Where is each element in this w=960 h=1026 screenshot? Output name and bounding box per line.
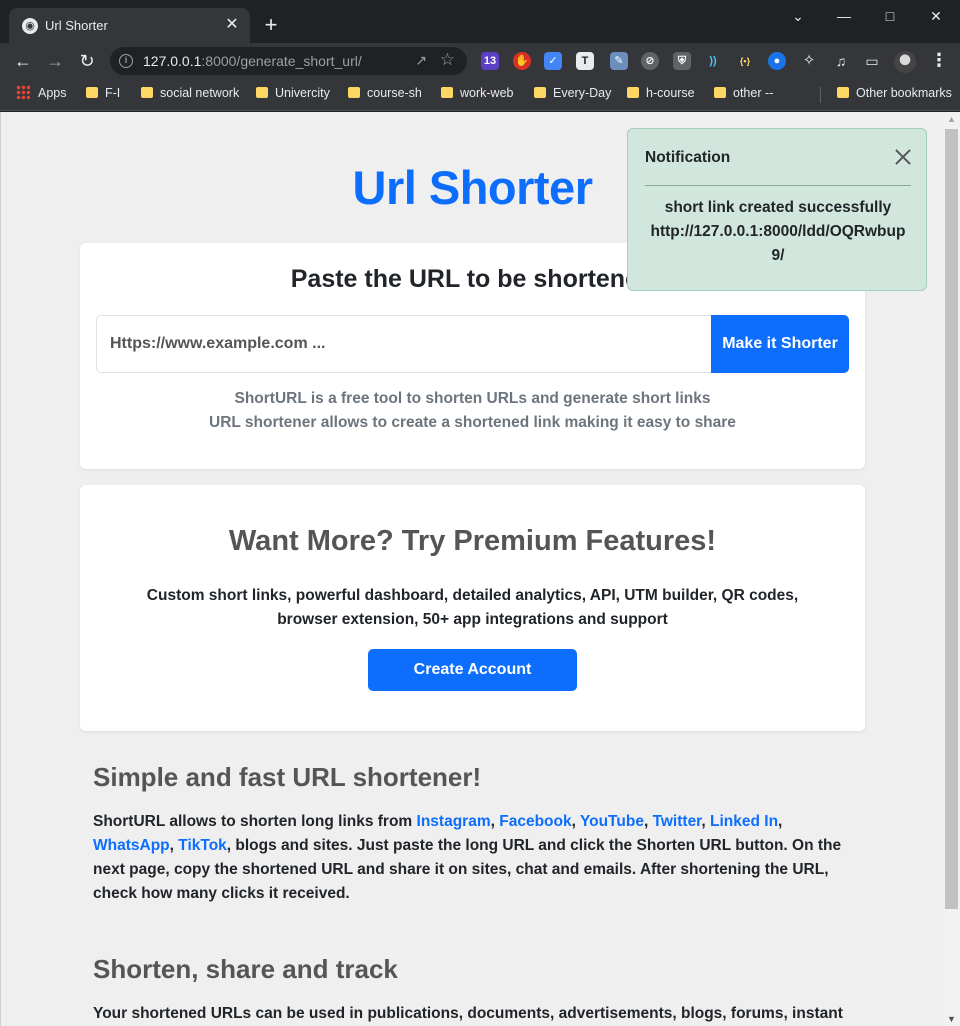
extension-check-icon[interactable]: ✓ bbox=[544, 52, 562, 70]
notification-divider bbox=[645, 185, 911, 186]
minimize-button[interactable]: — bbox=[822, 4, 866, 28]
apps-grid-icon bbox=[16, 85, 30, 99]
bookmark-star-icon[interactable]: ☆ bbox=[440, 50, 455, 70]
premium-heading: Want More? Try Premium Features! bbox=[228, 525, 717, 557]
notification-message: short link created successfully bbox=[664, 199, 892, 216]
browser-tab[interactable]: ◉ Url Shorter ✕ bbox=[9, 8, 250, 43]
url-input[interactable] bbox=[96, 315, 712, 373]
section-heading-track: Shorten, share and track bbox=[93, 954, 398, 984]
link-tiktok[interactable]: TikTok bbox=[178, 837, 227, 854]
make-shorter-button[interactable]: Make it Shorter bbox=[711, 315, 849, 373]
link-youtube[interactable]: YouTube bbox=[580, 813, 644, 830]
reload-icon[interactable]: ↻ bbox=[75, 49, 99, 73]
browser-tab-strip: ◉ Url Shorter ✕ + ⌄ — □ ✕ bbox=[0, 0, 960, 43]
browser-toolbar: ← → ↻ i 127.0.0.1:8000/generate_short_ur… bbox=[0, 43, 960, 79]
extensions-puzzle-icon[interactable]: ✧ bbox=[800, 52, 818, 70]
bookmark-apps[interactable]: Apps bbox=[16, 85, 67, 101]
notification-body: short link created successfully http://1… bbox=[645, 196, 911, 268]
folder-icon bbox=[627, 87, 639, 98]
extension-circle-icon[interactable]: ⊘ bbox=[641, 52, 659, 70]
extension-wave-icon[interactable]: )) bbox=[704, 52, 722, 70]
short-url-text[interactable]: http://127.0.0.1:8000/ldd/OQRwbup9/ bbox=[645, 220, 911, 268]
globe-icon: ◉ bbox=[22, 18, 38, 34]
link-instagram[interactable]: Instagram bbox=[417, 813, 491, 830]
media-control-icon[interactable]: ♫ bbox=[832, 52, 850, 70]
extension-eyedropper-icon[interactable]: ✎ bbox=[610, 52, 628, 70]
page-scrollbar[interactable]: ▲ ▼ bbox=[943, 112, 960, 1026]
folder-icon bbox=[441, 87, 453, 98]
other-bookmarks[interactable]: Other bookmarks bbox=[837, 85, 952, 101]
bookmark-folder[interactable]: F-I bbox=[86, 85, 120, 101]
extension-stop-hand-icon[interactable]: ✋ bbox=[513, 52, 531, 70]
scroll-up-arrow-icon[interactable]: ▲ bbox=[947, 114, 956, 124]
extension-graduation-icon[interactable]: 13 bbox=[481, 52, 499, 70]
section-paragraph-track: Your shortened URLs can be used in publi… bbox=[93, 1005, 843, 1022]
paragraph-intro: ShortURL allows to shorten long links fr… bbox=[93, 813, 417, 830]
section-paragraph-simple: ShortURL allows to shorten long links fr… bbox=[93, 813, 842, 902]
url-text: 127.0.0.1:8000/generate_short_url/ bbox=[143, 53, 362, 69]
back-icon[interactable]: ← bbox=[11, 49, 35, 73]
extension-t-icon[interactable]: T bbox=[576, 52, 594, 70]
browser-menu-icon[interactable]: ⋮ bbox=[930, 50, 948, 71]
folder-icon bbox=[256, 87, 268, 98]
bookmarks-divider bbox=[820, 87, 821, 103]
folder-icon bbox=[141, 87, 153, 98]
maximize-button[interactable]: □ bbox=[868, 4, 912, 28]
bookmark-folder[interactable]: course-sh bbox=[348, 85, 422, 101]
link-linkedin[interactable]: Linked In bbox=[710, 813, 778, 830]
form-description-line1: ShortURL is a free tool to shorten URLs … bbox=[234, 390, 711, 407]
create-account-button[interactable]: Create Account bbox=[368, 649, 577, 691]
profile-avatar[interactable] bbox=[894, 51, 916, 73]
folder-icon bbox=[86, 87, 98, 98]
folder-icon bbox=[534, 87, 546, 98]
bookmarks-bar: Apps F-I social network Univercity cours… bbox=[0, 79, 960, 111]
section-heading-simple: Simple and fast URL shortener! bbox=[93, 762, 482, 792]
bookmark-folder[interactable]: work-web bbox=[441, 85, 514, 101]
side-panel-icon[interactable]: ▭ bbox=[863, 52, 881, 70]
folder-icon bbox=[348, 87, 360, 98]
scroll-thumb[interactable] bbox=[945, 129, 958, 909]
bookmark-folder[interactable]: social network bbox=[141, 85, 239, 101]
bookmark-folder[interactable]: Every-Day bbox=[534, 85, 611, 101]
tab-search-icon[interactable]: ⌄ bbox=[776, 4, 820, 28]
premium-card: Want More? Try Premium Features! Custom … bbox=[80, 485, 865, 731]
notification-toast: Notification short link created successf… bbox=[627, 128, 927, 291]
folder-icon bbox=[837, 87, 849, 98]
share-icon[interactable]: ↗ bbox=[415, 52, 427, 69]
link-whatsapp[interactable]: WhatsApp bbox=[93, 837, 170, 854]
premium-description: Custom short links, powerful dashboard, … bbox=[146, 587, 799, 628]
close-icon[interactable] bbox=[892, 146, 914, 168]
tab-title: Url Shorter bbox=[45, 18, 108, 33]
bookmark-folder[interactable]: h-course bbox=[627, 85, 695, 101]
extension-shield-icon[interactable]: ⛨ bbox=[673, 52, 691, 70]
bookmark-folder[interactable]: other -- bbox=[714, 85, 773, 101]
link-facebook[interactable]: Facebook bbox=[499, 813, 571, 830]
link-twitter[interactable]: Twitter bbox=[653, 813, 702, 830]
extension-json-icon[interactable]: {•} bbox=[736, 52, 754, 70]
new-tab-button[interactable]: + bbox=[258, 14, 284, 40]
scroll-down-arrow-icon[interactable]: ▼ bbox=[947, 1014, 956, 1024]
close-window-button[interactable]: ✕ bbox=[914, 4, 958, 28]
close-tab-icon[interactable]: ✕ bbox=[222, 15, 242, 35]
notification-title: Notification bbox=[645, 149, 731, 166]
bookmark-folder[interactable]: Univercity bbox=[256, 85, 330, 101]
folder-icon bbox=[714, 87, 726, 98]
extension-drop-icon[interactable]: ● bbox=[768, 52, 786, 70]
site-info-icon[interactable]: i bbox=[119, 54, 133, 68]
form-description-line2: URL shortener allows to create a shorten… bbox=[209, 414, 736, 431]
forward-icon[interactable]: → bbox=[43, 49, 67, 73]
address-bar[interactable]: i 127.0.0.1:8000/generate_short_url/ ↗ ☆ bbox=[110, 47, 467, 75]
page-viewport: Url Shorter Paste the URL to be shortene… bbox=[0, 112, 960, 1026]
